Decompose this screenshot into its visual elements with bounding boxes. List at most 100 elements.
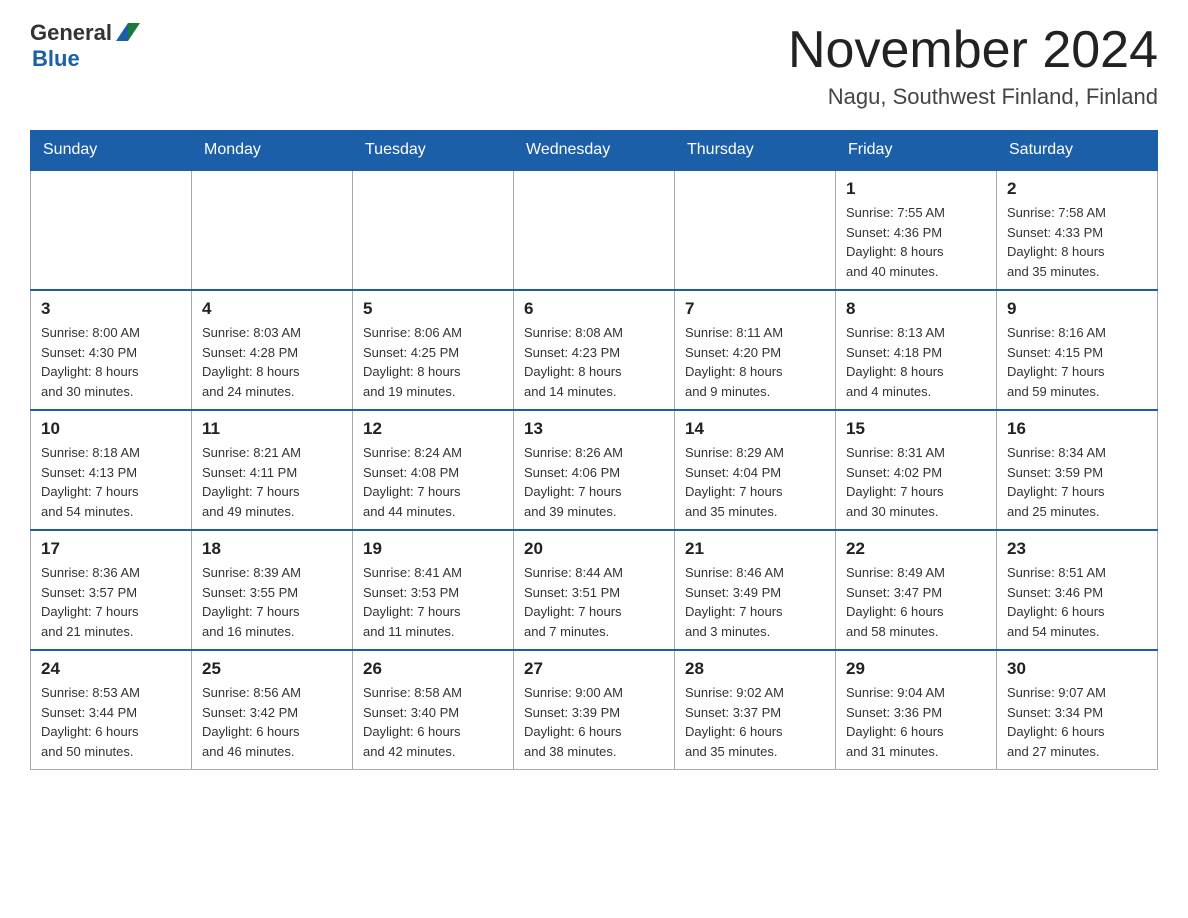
calendar-cell: 18 Sunrise: 8:39 AM Sunset: 3:55 PM Dayli…	[192, 530, 353, 650]
day-info: Sunrise: 8:44 AM Sunset: 3:51 PM Dayligh…	[524, 563, 664, 641]
calendar-cell: 12Sunrise: 8:24 AM Sunset: 4:08 PM Dayli…	[353, 410, 514, 530]
day-number: 5	[363, 299, 503, 319]
calendar-cell	[31, 170, 192, 290]
calendar-cell: 5 Sunrise: 8:06 AM Sunset: 4:25 PM Daylig…	[353, 290, 514, 410]
day-number: 17	[41, 539, 181, 559]
calendar-cell: 1Sunrise: 7:55 AM Sunset: 4:36 PM Daylig…	[836, 170, 997, 290]
weekday-header-sunday: Sunday	[31, 131, 192, 171]
calendar-cell: 10 Sunrise: 8:18 AM Sunset: 4:13 PM Dayli…	[31, 410, 192, 530]
logo-text-general: General	[30, 20, 112, 46]
day-number: 10	[41, 419, 181, 439]
day-number: 9	[1007, 299, 1147, 319]
day-info: Sunrise: 9:00 AM Sunset: 3:39 PM Dayligh…	[524, 683, 664, 761]
day-info: Sunrise: 8:00 AM Sunset: 4:30 PM Dayligh…	[41, 323, 181, 401]
calendar-table: SundayMondayTuesdayWednesdayThursdayFrid…	[30, 130, 1158, 770]
day-number: 25	[202, 659, 342, 679]
day-info: Sunrise: 8:36 AM Sunset: 3:57 PM Dayligh…	[41, 563, 181, 641]
weekday-header-thursday: Thursday	[675, 131, 836, 171]
day-info: Sunrise: 8:21 AM Sunset: 4:11 PM Dayligh…	[202, 443, 342, 521]
calendar-cell: 30 Sunrise: 9:07 AM Sunset: 3:34 PM Dayli…	[997, 650, 1158, 770]
day-info: Sunrise: 8:49 AM Sunset: 3:47 PM Dayligh…	[846, 563, 986, 641]
calendar-cell: 13 Sunrise: 8:26 AM Sunset: 4:06 PM Dayli…	[514, 410, 675, 530]
day-number: 18	[202, 539, 342, 559]
day-number: 16	[1007, 419, 1147, 439]
day-info: Sunrise: 8:06 AM Sunset: 4:25 PM Dayligh…	[363, 323, 503, 401]
day-number: 14	[685, 419, 825, 439]
calendar-cell: 23 Sunrise: 8:51 AM Sunset: 3:46 PM Dayli…	[997, 530, 1158, 650]
calendar-cell: 15 Sunrise: 8:31 AM Sunset: 4:02 PM Dayli…	[836, 410, 997, 530]
day-number: 27	[524, 659, 664, 679]
day-info: Sunrise: 8:29 AM Sunset: 4:04 PM Dayligh…	[685, 443, 825, 521]
day-number: 15	[846, 419, 986, 439]
weekday-header-wednesday: Wednesday	[514, 131, 675, 171]
weekday-header-tuesday: Tuesday	[353, 131, 514, 171]
day-info: Sunrise: 8:13 AM Sunset: 4:18 PM Dayligh…	[846, 323, 986, 401]
day-info: Sunrise: 9:04 AM Sunset: 3:36 PM Dayligh…	[846, 683, 986, 761]
day-info: Sunrise: 8:53 AM Sunset: 3:44 PM Dayligh…	[41, 683, 181, 761]
day-info: Sunrise: 8:56 AM Sunset: 3:42 PM Dayligh…	[202, 683, 342, 761]
calendar-cell: 14 Sunrise: 8:29 AM Sunset: 4:04 PM Dayli…	[675, 410, 836, 530]
calendar-cell: 28 Sunrise: 9:02 AM Sunset: 3:37 PM Dayli…	[675, 650, 836, 770]
day-info: Sunrise: 9:07 AM Sunset: 3:34 PM Dayligh…	[1007, 683, 1147, 761]
calendar-cell: 24 Sunrise: 8:53 AM Sunset: 3:44 PM Dayli…	[31, 650, 192, 770]
day-info: Sunrise: 9:02 AM Sunset: 3:37 PM Dayligh…	[685, 683, 825, 761]
day-number: 8	[846, 299, 986, 319]
day-number: 13	[524, 419, 664, 439]
day-info: Sunrise: 8:18 AM Sunset: 4:13 PM Dayligh…	[41, 443, 181, 521]
month-title: November 2024	[788, 20, 1158, 80]
calendar-cell: 19Sunrise: 8:41 AM Sunset: 3:53 PM Dayli…	[353, 530, 514, 650]
week-row-4: 17 Sunrise: 8:36 AM Sunset: 3:57 PM Dayli…	[31, 530, 1158, 650]
day-number: 6	[524, 299, 664, 319]
day-info: Sunrise: 8:34 AM Sunset: 3:59 PM Dayligh…	[1007, 443, 1147, 521]
day-info: Sunrise: 7:58 AM Sunset: 4:33 PM Dayligh…	[1007, 203, 1147, 281]
calendar-cell: 16 Sunrise: 8:34 AM Sunset: 3:59 PM Dayli…	[997, 410, 1158, 530]
week-row-3: 10 Sunrise: 8:18 AM Sunset: 4:13 PM Dayli…	[31, 410, 1158, 530]
day-number: 24	[41, 659, 181, 679]
day-info: Sunrise: 8:11 AM Sunset: 4:20 PM Dayligh…	[685, 323, 825, 401]
day-info: Sunrise: 8:31 AM Sunset: 4:02 PM Dayligh…	[846, 443, 986, 521]
calendar-cell: 11 Sunrise: 8:21 AM Sunset: 4:11 PM Dayli…	[192, 410, 353, 530]
day-info: Sunrise: 8:26 AM Sunset: 4:06 PM Dayligh…	[524, 443, 664, 521]
week-row-1: 1Sunrise: 7:55 AM Sunset: 4:36 PM Daylig…	[31, 170, 1158, 290]
day-number: 11	[202, 419, 342, 439]
day-info: Sunrise: 8:03 AM Sunset: 4:28 PM Dayligh…	[202, 323, 342, 401]
calendar-cell: 20 Sunrise: 8:44 AM Sunset: 3:51 PM Dayli…	[514, 530, 675, 650]
calendar-cell: 6Sunrise: 8:08 AM Sunset: 4:23 PM Daylig…	[514, 290, 675, 410]
day-number: 23	[1007, 539, 1147, 559]
day-info: Sunrise: 8:41 AM Sunset: 3:53 PM Dayligh…	[363, 563, 503, 641]
logo-text-blue: Blue	[32, 46, 80, 71]
day-number: 20	[524, 539, 664, 559]
location-subtitle: Nagu, Southwest Finland, Finland	[788, 84, 1158, 110]
calendar-cell: 29Sunrise: 9:04 AM Sunset: 3:36 PM Dayli…	[836, 650, 997, 770]
day-info: Sunrise: 8:39 AM Sunset: 3:55 PM Dayligh…	[202, 563, 342, 641]
calendar-cell: 4 Sunrise: 8:03 AM Sunset: 4:28 PM Daylig…	[192, 290, 353, 410]
calendar-cell: 3Sunrise: 8:00 AM Sunset: 4:30 PM Daylig…	[31, 290, 192, 410]
calendar-cell: 17 Sunrise: 8:36 AM Sunset: 3:57 PM Dayli…	[31, 530, 192, 650]
day-info: Sunrise: 8:24 AM Sunset: 4:08 PM Dayligh…	[363, 443, 503, 521]
calendar-cell: 27 Sunrise: 9:00 AM Sunset: 3:39 PM Dayli…	[514, 650, 675, 770]
day-info: Sunrise: 8:16 AM Sunset: 4:15 PM Dayligh…	[1007, 323, 1147, 401]
calendar-cell: 25 Sunrise: 8:56 AM Sunset: 3:42 PM Dayli…	[192, 650, 353, 770]
week-row-5: 24 Sunrise: 8:53 AM Sunset: 3:44 PM Dayli…	[31, 650, 1158, 770]
calendar-cell: 22 Sunrise: 8:49 AM Sunset: 3:47 PM Dayli…	[836, 530, 997, 650]
logo-icon-group	[114, 23, 140, 43]
logo-triangle-green	[128, 23, 140, 41]
day-number: 4	[202, 299, 342, 319]
week-row-2: 3Sunrise: 8:00 AM Sunset: 4:30 PM Daylig…	[31, 290, 1158, 410]
weekday-header-saturday: Saturday	[997, 131, 1158, 171]
day-number: 2	[1007, 179, 1147, 199]
calendar-cell: 7Sunrise: 8:11 AM Sunset: 4:20 PM Daylig…	[675, 290, 836, 410]
calendar-cell: 2 Sunrise: 7:58 AM Sunset: 4:33 PM Daylig…	[997, 170, 1158, 290]
calendar-cell	[353, 170, 514, 290]
logo: General Blue	[30, 20, 140, 72]
day-number: 30	[1007, 659, 1147, 679]
calendar-cell	[514, 170, 675, 290]
weekday-header-friday: Friday	[836, 131, 997, 171]
calendar-cell	[192, 170, 353, 290]
day-number: 22	[846, 539, 986, 559]
day-number: 28	[685, 659, 825, 679]
day-info: Sunrise: 8:51 AM Sunset: 3:46 PM Dayligh…	[1007, 563, 1147, 641]
calendar-cell: 8 Sunrise: 8:13 AM Sunset: 4:18 PM Daylig…	[836, 290, 997, 410]
page-header: General Blue November 2024 Nagu, Southwe…	[30, 20, 1158, 110]
calendar-cell: 21Sunrise: 8:46 AM Sunset: 3:49 PM Dayli…	[675, 530, 836, 650]
